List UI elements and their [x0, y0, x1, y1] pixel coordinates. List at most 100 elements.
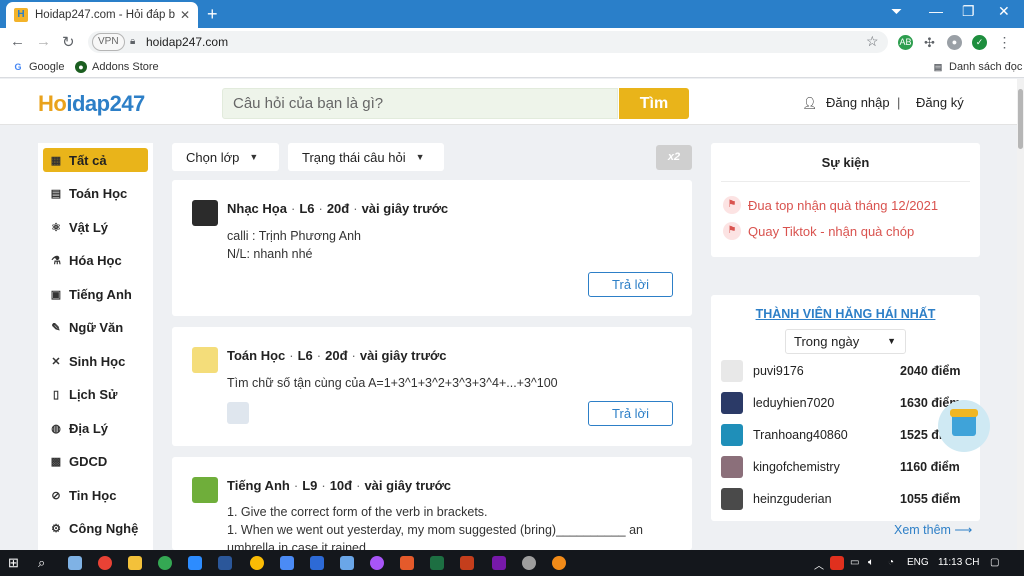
scrollbar-thumb[interactable] — [1018, 89, 1023, 149]
tray-chevron-up-icon[interactable]: ︿ — [814, 557, 824, 572]
search-button[interactable]: Tìm — [619, 88, 689, 119]
new-tab-icon[interactable]: + — [207, 4, 218, 25]
sidebar-item-geography[interactable]: ◍ Địa Lý — [43, 416, 148, 440]
vpn-badge[interactable]: VPN — [92, 33, 125, 51]
member-name[interactable]: puvi9176 — [753, 364, 804, 378]
chrome-icon[interactable] — [98, 556, 112, 570]
avatar[interactable] — [721, 424, 743, 446]
gift-icon[interactable] — [938, 400, 990, 452]
x2-points-badge[interactable]: x2 — [656, 145, 692, 170]
teams-icon[interactable] — [310, 556, 324, 570]
bookmark-google[interactable]: G Google — [12, 61, 64, 73]
notification-icon[interactable]: ▢ — [990, 557, 999, 568]
hoidap247-logo[interactable]: Hoidap247 — [38, 91, 145, 117]
shield-extension-icon[interactable]: ✓ — [972, 35, 987, 50]
tray-icon[interactable]: ▭ — [850, 557, 859, 568]
sidebar-item-literature[interactable]: ✎ Ngữ Văn — [43, 315, 148, 339]
close-window-icon[interactable]: ✕ — [998, 3, 1010, 20]
sidebar-item-history[interactable]: ▯ Lịch Sử — [43, 382, 148, 406]
sidebar-item-chemistry[interactable]: ⚗ Hóa Học — [43, 248, 148, 272]
bookmark-addons-store[interactable]: ● Addons Store — [75, 61, 159, 73]
grade-select[interactable]: Chọn lớp ▼ — [172, 143, 279, 171]
question-subject[interactable]: Nhạc Họa — [227, 201, 287, 216]
avatar[interactable] — [721, 392, 743, 414]
question-text[interactable]: 1. Give the correct form of the verb in … — [227, 503, 643, 557]
status-select[interactable]: Trạng thái câu hỏi ▼ — [288, 143, 444, 171]
onenote-icon[interactable] — [492, 556, 506, 570]
messenger-icon[interactable] — [370, 556, 384, 570]
extension-ab-icon[interactable]: AB — [898, 35, 913, 50]
login-link[interactable]: Đăng nhập — [826, 95, 890, 110]
event-link[interactable]: ⚑ Đua top nhận quà tháng 12/2021 — [723, 196, 938, 214]
question-attachment-thumbnail[interactable] — [227, 402, 249, 424]
question-search-input[interactable] — [222, 88, 618, 119]
member-row[interactable]: heinzguderian 1055 điểm — [721, 487, 971, 511]
app-icon[interactable] — [522, 556, 536, 570]
language-indicator[interactable]: ENG — [907, 557, 929, 568]
search-icon[interactable]: ⌕ — [38, 555, 52, 570]
sidebar-item-english[interactable]: ▣ Tiếng Anh — [43, 282, 148, 306]
page-scrollbar[interactable] — [1017, 79, 1024, 550]
excel-icon[interactable] — [430, 556, 444, 570]
sidebar-item-informatics[interactable]: ⊘ Tin Học — [43, 483, 148, 507]
member-row[interactable]: puvi9176 2040 điểm — [721, 359, 971, 383]
see-more-link[interactable]: Xem thêm ⟶ — [894, 522, 972, 537]
file-explorer-icon[interactable] — [128, 556, 142, 570]
word-icon[interactable] — [218, 556, 232, 570]
sidebar-item-biology[interactable]: ✕ Sinh Học — [43, 349, 148, 373]
question-subject[interactable]: Tiếng Anh — [227, 478, 290, 493]
member-name[interactable]: Tranhoang40860 — [753, 428, 848, 442]
forward-arrow-icon[interactable]: → — [36, 33, 51, 50]
avatar[interactable] — [721, 488, 743, 510]
extensions-puzzle-icon[interactable]: ✣ — [922, 35, 937, 50]
question-card[interactable]: Toán Học · L6 · 20đ · vài giây trước Tìm chữ s… — [172, 327, 692, 446]
minimize-icon[interactable]: — — [929, 3, 943, 19]
app-icon[interactable] — [552, 556, 566, 570]
tray-app-icon[interactable] — [830, 556, 844, 570]
avatar[interactable] — [192, 477, 218, 503]
app-icon[interactable] — [340, 556, 354, 570]
close-tab-icon[interactable]: ✕ — [180, 8, 190, 22]
maximize-icon[interactable]: ❐ — [962, 3, 975, 20]
avatar[interactable] — [192, 347, 218, 373]
reload-icon[interactable]: ↻ — [62, 33, 75, 51]
tab-search-icon[interactable]: ⏷ — [891, 3, 902, 20]
avatar[interactable] — [721, 360, 743, 382]
answer-button[interactable]: Trả lời — [588, 272, 673, 297]
answer-button[interactable]: Trả lời — [588, 401, 673, 426]
windows-start-icon[interactable]: ⊞ — [8, 555, 22, 570]
app-icon[interactable] — [280, 556, 294, 570]
member-name[interactable]: leduyhien7020 — [753, 396, 834, 410]
clock[interactable]: 11:13 CH — [938, 557, 980, 568]
question-card[interactable]: Nhạc Họa · L6 · 20đ · vài giây trước calli : T… — [172, 180, 692, 316]
event-link[interactable]: ⚑ Quay Tiktok - nhận quà chóp — [723, 222, 914, 240]
question-text[interactable]: Tìm chữ số tận cùng của A=1+3^1+3^2+3^3+… — [227, 374, 558, 392]
member-row[interactable]: Tranhoang40860 1525 điểm — [721, 423, 971, 447]
url-text[interactable]: hoidap247.com — [146, 35, 228, 49]
question-text[interactable]: calli : Trịnh Phương Anh N/L: nhanh nhé — [227, 227, 361, 263]
bookmark-star-icon[interactable]: ☆ — [866, 33, 879, 50]
chrome-active-icon[interactable] — [250, 556, 264, 570]
question-card[interactable]: Tiếng Anh · L9 · 10đ · vài giây trước 1. Give … — [172, 457, 692, 555]
reading-list-button[interactable]: ▤ Danh sách đọc — [932, 61, 1023, 73]
lock-icon[interactable]: 🔒︎ — [130, 36, 135, 47]
wifi-icon[interactable]: ◔ — [888, 557, 894, 568]
register-link[interactable]: Đăng ký — [916, 95, 964, 110]
volume-icon[interactable]: 🔈︎ — [868, 557, 874, 568]
sidebar-item-technology[interactable]: ⚙ Công Nghệ — [43, 516, 148, 540]
member-row[interactable]: leduyhien7020 1630 điểm — [721, 391, 971, 415]
zoom-icon[interactable] — [188, 556, 202, 570]
browser-tab[interactable]: H Hoidap247.com - Hỏi đáp bài tập ✕ — [6, 2, 198, 28]
avatar[interactable] — [721, 456, 743, 478]
sidebar-item-civics[interactable]: ▩ GDCD — [43, 449, 148, 473]
sidebar-item-all[interactable]: ▦ Tất cả — [43, 148, 148, 172]
powerpoint-icon[interactable] — [460, 556, 474, 570]
back-arrow-icon[interactable]: ← — [10, 33, 25, 50]
member-name[interactable]: kingofchemistry — [753, 460, 840, 474]
task-view-icon[interactable] — [68, 556, 82, 570]
top-members-title[interactable]: THÀNH VIÊN HĂNG HÁI NHẤT — [711, 307, 980, 321]
question-subject[interactable]: Toán Học — [227, 348, 285, 363]
browser-menu-icon[interactable]: ⋮ — [997, 35, 1012, 50]
chrome-alt-icon[interactable] — [158, 556, 172, 570]
profile-avatar-icon[interactable]: ● — [947, 35, 962, 50]
